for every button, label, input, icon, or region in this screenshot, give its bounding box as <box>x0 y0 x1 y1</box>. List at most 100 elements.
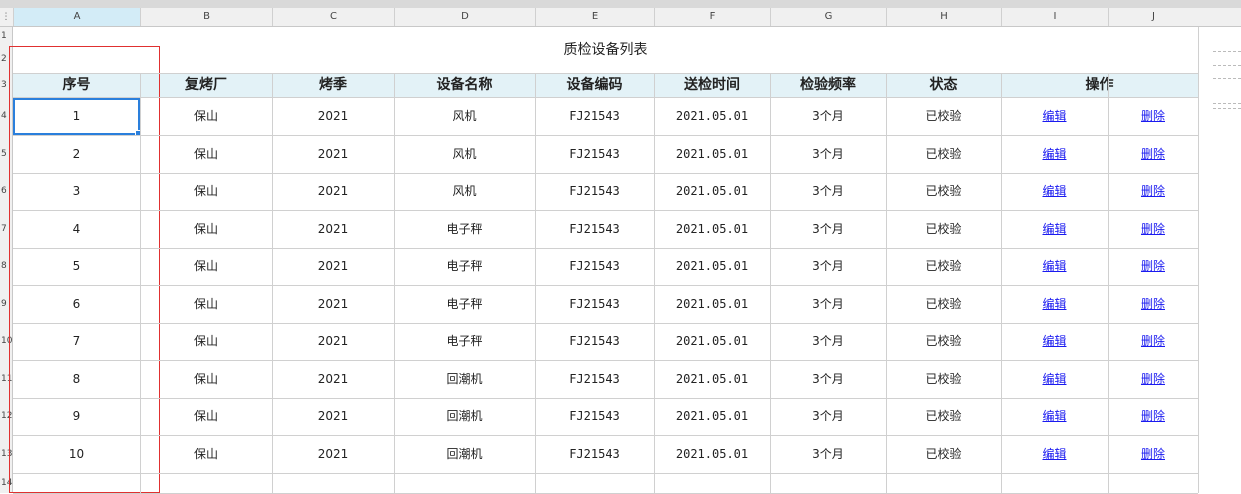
cell-inspection-date[interactable]: 2021.05.01 <box>654 435 770 473</box>
cell-status[interactable]: 已校验 <box>886 285 1001 323</box>
cell-inspection-frequency[interactable]: 3个月 <box>770 210 886 248</box>
cell-inspection-date[interactable]: 2021.05.01 <box>654 173 770 210</box>
cell-device-name[interactable]: 回潮机 <box>394 398 535 435</box>
cell-delete[interactable]: 删除 <box>1108 323 1198 360</box>
cell-edit[interactable]: 编辑 <box>1001 435 1108 473</box>
cell-edit[interactable]: 编辑 <box>1001 210 1108 248</box>
cell-inspection-frequency[interactable]: 3个月 <box>770 398 886 435</box>
cell-inspection-frequency[interactable]: 3个月 <box>770 435 886 473</box>
cell-inspection-frequency[interactable]: 3个月 <box>770 97 886 135</box>
column-header-i[interactable]: I <box>1001 8 1108 26</box>
delete-link[interactable]: 删除 <box>1141 447 1165 461</box>
delete-link[interactable]: 删除 <box>1141 222 1165 236</box>
edit-link[interactable]: 编辑 <box>1042 409 1066 423</box>
cell-season[interactable]: 2021 <box>272 97 394 135</box>
cell-delete[interactable]: 删除 <box>1108 285 1198 323</box>
cell-season[interactable]: 2021 <box>272 135 394 173</box>
cell-status[interactable]: 已校验 <box>886 248 1001 285</box>
cell-status[interactable]: 已校验 <box>886 135 1001 173</box>
cell-delete[interactable]: 删除 <box>1108 248 1198 285</box>
cell-status[interactable]: 已校验 <box>886 173 1001 210</box>
cell-delete[interactable]: 删除 <box>1108 360 1198 398</box>
column-header-e[interactable]: E <box>535 8 654 26</box>
edit-link[interactable]: 编辑 <box>1042 222 1066 236</box>
cell-status[interactable]: 已校验 <box>886 97 1001 135</box>
cell-season[interactable]: 2021 <box>272 285 394 323</box>
cell-inspection-date[interactable]: 2021.05.01 <box>654 285 770 323</box>
cell-device-code[interactable]: FJ21543 <box>535 435 654 473</box>
cell-edit[interactable]: 编辑 <box>1001 173 1108 210</box>
cell-inspection-frequency[interactable]: 3个月 <box>770 248 886 285</box>
row-header-1[interactable]: 1 <box>0 27 12 46</box>
cell-edit[interactable]: 编辑 <box>1001 135 1108 173</box>
edit-link[interactable]: 编辑 <box>1042 147 1066 161</box>
cell-device-code[interactable]: FJ21543 <box>535 173 654 210</box>
column-header-b[interactable]: B <box>140 8 272 26</box>
cell-edit[interactable]: 编辑 <box>1001 248 1108 285</box>
edit-link[interactable]: 编辑 <box>1042 447 1066 461</box>
delete-link[interactable]: 删除 <box>1141 297 1165 311</box>
cell-inspection-date[interactable]: 2021.05.01 <box>654 323 770 360</box>
cell-device-code[interactable]: FJ21543 <box>535 285 654 323</box>
cell-inspection-frequency[interactable]: 3个月 <box>770 285 886 323</box>
cell-edit[interactable]: 编辑 <box>1001 97 1108 135</box>
edit-link[interactable]: 编辑 <box>1042 184 1066 198</box>
cell-season[interactable]: 2021 <box>272 210 394 248</box>
cell-delete[interactable]: 删除 <box>1108 210 1198 248</box>
delete-link[interactable]: 删除 <box>1141 147 1165 161</box>
delete-link[interactable]: 删除 <box>1141 259 1165 273</box>
cell-device-code[interactable]: FJ21543 <box>535 323 654 360</box>
cell-status[interactable]: 已校验 <box>886 435 1001 473</box>
cell-inspection-date[interactable]: 2021.05.01 <box>654 135 770 173</box>
cell-status[interactable]: 已校验 <box>886 210 1001 248</box>
column-header-c[interactable]: C <box>272 8 394 26</box>
cell-inspection-frequency[interactable]: 3个月 <box>770 360 886 398</box>
cell-device-code[interactable]: FJ21543 <box>535 248 654 285</box>
cell-device-name[interactable]: 回潮机 <box>394 360 535 398</box>
cell-inspection-date[interactable]: 2021.05.01 <box>654 360 770 398</box>
cell-edit[interactable]: 编辑 <box>1001 360 1108 398</box>
edit-link[interactable]: 编辑 <box>1042 297 1066 311</box>
cell-inspection-frequency[interactable]: 3个月 <box>770 135 886 173</box>
cell-inspection-frequency[interactable]: 3个月 <box>770 173 886 210</box>
cell-delete[interactable]: 删除 <box>1108 435 1198 473</box>
cell-season[interactable]: 2021 <box>272 173 394 210</box>
cell-status[interactable]: 已校验 <box>886 323 1001 360</box>
delete-link[interactable]: 删除 <box>1141 334 1165 348</box>
column-header-j[interactable]: J <box>1108 8 1198 26</box>
spreadsheet-grid[interactable]: 质检设备列表 序号 复烤厂 烤季 设备名称 设备编码 送检时间 检验频率 状态 操作 1 保山 20… <box>9 27 1241 494</box>
cell-device-code[interactable]: FJ21543 <box>535 135 654 173</box>
cell-device-name[interactable]: 风机 <box>394 173 535 210</box>
delete-link[interactable]: 删除 <box>1141 409 1165 423</box>
delete-link[interactable]: 删除 <box>1141 184 1165 198</box>
edit-link[interactable]: 编辑 <box>1042 372 1066 386</box>
cell-delete[interactable]: 删除 <box>1108 97 1198 135</box>
cell-device-name[interactable]: 风机 <box>394 135 535 173</box>
column-header-g[interactable]: G <box>770 8 886 26</box>
delete-link[interactable]: 删除 <box>1141 372 1165 386</box>
cell-delete[interactable]: 删除 <box>1108 135 1198 173</box>
cell-season[interactable]: 2021 <box>272 360 394 398</box>
cell-status[interactable]: 已校验 <box>886 360 1001 398</box>
column-header-d[interactable]: D <box>394 8 535 26</box>
cell-device-code[interactable]: FJ21543 <box>535 97 654 135</box>
cell-device-name[interactable]: 电子秤 <box>394 323 535 360</box>
edit-link[interactable]: 编辑 <box>1042 109 1066 123</box>
delete-link[interactable]: 删除 <box>1141 109 1165 123</box>
cell-inspection-date[interactable]: 2021.05.01 <box>654 248 770 285</box>
cell-device-name[interactable]: 回潮机 <box>394 435 535 473</box>
column-header-h[interactable]: H <box>886 8 1001 26</box>
cell-inspection-date[interactable]: 2021.05.01 <box>654 210 770 248</box>
cell-inspection-date[interactable]: 2021.05.01 <box>654 97 770 135</box>
cell-edit[interactable]: 编辑 <box>1001 323 1108 360</box>
column-header-a[interactable]: A <box>13 8 140 26</box>
cell-device-name[interactable]: 电子秤 <box>394 210 535 248</box>
cell-season[interactable]: 2021 <box>272 435 394 473</box>
column-header-f[interactable]: F <box>654 8 770 26</box>
cell-delete[interactable]: 删除 <box>1108 173 1198 210</box>
cell-device-code[interactable]: FJ21543 <box>535 398 654 435</box>
cell-inspection-date[interactable]: 2021.05.01 <box>654 398 770 435</box>
cell-device-name[interactable]: 风机 <box>394 97 535 135</box>
cell-delete[interactable]: 删除 <box>1108 398 1198 435</box>
cell-device-name[interactable]: 电子秤 <box>394 285 535 323</box>
